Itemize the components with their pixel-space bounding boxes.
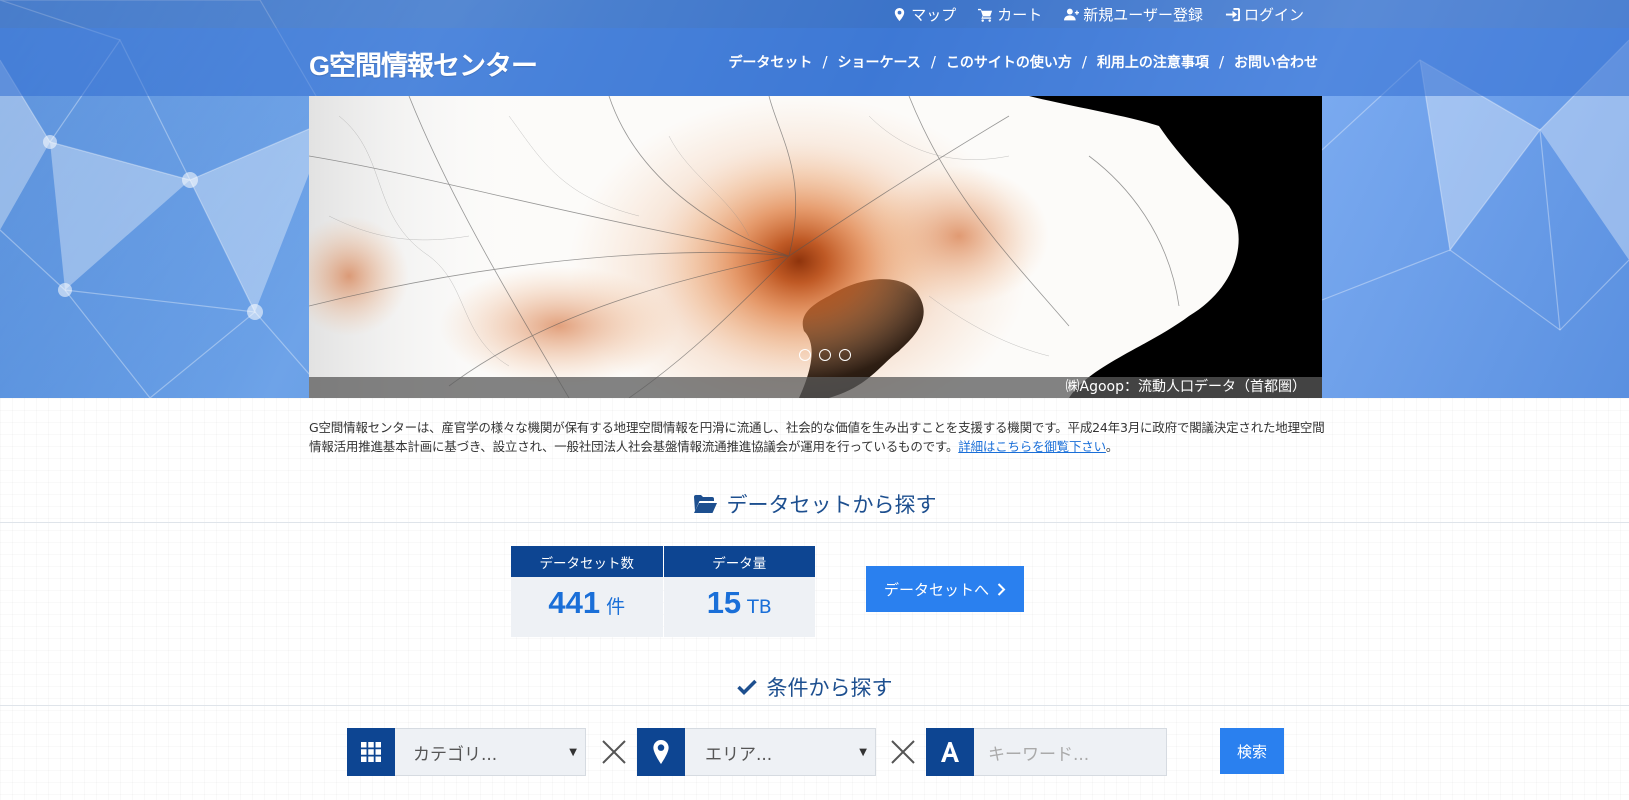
category-select[interactable]: カテゴリ... ▼ <box>395 728 586 776</box>
intro-body: G空間情報センターは、産官学の様々な機関が保有する地理空間情報を円滑に流通し、社… <box>309 420 1325 454</box>
dropdown-caret-icon: ▼ <box>859 747 867 758</box>
stat-label: データセット数 <box>511 546 663 577</box>
stat-data-volume: データ量 15 TB <box>663 546 815 637</box>
dataset-stats: データセット数 441 件 データ量 15 TB <box>511 546 815 637</box>
section-divider <box>0 522 1629 523</box>
condition-section-heading: 条件から探す <box>766 676 893 700</box>
topbar-link-label: カート <box>997 6 1043 24</box>
dropdown-caret-icon: ▼ <box>569 747 577 758</box>
condition-section-title: 条件から探す <box>0 672 1629 702</box>
carousel-dot-3[interactable] <box>839 349 851 361</box>
intro-end: 。 <box>1105 439 1119 454</box>
intro-text: G空間情報センターは、産官学の様々な機関が保有する地理空間情報を円滑に流通し、社… <box>309 418 1329 456</box>
section-divider <box>0 705 1629 706</box>
topbar-links: マップ カート 新規ユーザー登録 ログイン <box>892 4 1304 25</box>
chevron-right-icon <box>997 582 1006 596</box>
main-nav: データセット / ショーケース / このサイトの使い方 / 利用上の注意事項 /… <box>728 52 1318 72</box>
folder-open-icon <box>693 495 717 513</box>
nav-item-contact[interactable]: お問い合わせ <box>1234 52 1318 72</box>
nav-separator: / <box>930 53 936 71</box>
category-filter: カテゴリ... ▼ <box>347 728 586 776</box>
topbar-link-label: 新規ユーザー登録 <box>1083 6 1203 24</box>
stat-body: 441 件 <box>511 577 663 637</box>
area-select[interactable]: エリア... ▼ <box>685 728 876 776</box>
carousel-dot-2[interactable] <box>819 349 831 361</box>
go-to-datasets-label: データセットへ <box>883 581 989 599</box>
category-icon-box <box>347 728 395 776</box>
nav-separator: / <box>1081 53 1087 71</box>
keyword-icon-box <box>926 728 974 776</box>
times-icon <box>891 740 915 764</box>
sign-in-icon <box>1225 7 1240 22</box>
site-logo[interactable]: G空間情報センター <box>309 44 538 83</box>
topbar-link-label: ログイン <box>1243 6 1304 24</box>
topbar-link-login[interactable]: ログイン <box>1225 4 1304 25</box>
area-filter: エリア... ▼ <box>637 728 876 776</box>
area-icon-box <box>637 728 685 776</box>
carousel-indicators <box>799 349 851 361</box>
category-select-value: カテゴリ... <box>413 744 498 765</box>
stat-unit: 件 <box>606 596 626 618</box>
hero-carousel[interactable]: ㈱Agoop：流動人口データ（首都圏） <box>309 96 1322 398</box>
topbar-link-register[interactable]: 新規ユーザー登録 <box>1064 4 1203 25</box>
nav-separator: / <box>1218 53 1224 71</box>
check-icon <box>736 679 757 695</box>
carousel-dot-1[interactable] <box>799 349 811 361</box>
keyword-filter: キーワード... <box>926 728 1167 776</box>
dataset-section-title: データセットから探す <box>0 489 1629 519</box>
nav-item-how-to-use[interactable]: このサイトの使い方 <box>946 52 1072 72</box>
area-select-value: エリア... <box>705 744 773 765</box>
stat-value: 15 <box>706 585 742 620</box>
stat-unit: TB <box>747 596 772 618</box>
search-button[interactable]: 検索 <box>1220 728 1284 774</box>
carousel-caption: ㈱Agoop：流動人口データ（首都圏） <box>1065 379 1306 395</box>
grid-icon <box>361 742 381 762</box>
nav-separator: / <box>822 53 828 71</box>
font-icon <box>941 742 959 762</box>
keyword-input-placeholder: キーワード... <box>988 744 1090 765</box>
stat-body: 15 TB <box>663 577 815 637</box>
stat-value: 441 <box>548 585 601 620</box>
nav-item-terms[interactable]: 利用上の注意事項 <box>1097 52 1209 72</box>
cart-icon <box>978 8 993 22</box>
topbar-link-cart[interactable]: カート <box>978 4 1042 25</box>
map-marker-icon <box>895 7 905 22</box>
intro-details-link[interactable]: 詳細はこちらを御覧下さい <box>958 439 1106 454</box>
stat-dataset-count: データセット数 441 件 <box>511 546 663 637</box>
stat-label: データ量 <box>663 546 815 577</box>
topbar <box>0 0 1629 28</box>
times-icon <box>602 740 626 764</box>
nav-item-datasets[interactable]: データセット <box>728 52 812 72</box>
topbar-link-map[interactable]: マップ <box>892 4 956 25</box>
user-plus-icon <box>1064 8 1080 21</box>
nav-item-showcase[interactable]: ショーケース <box>838 52 921 72</box>
dataset-section-heading: データセットから探す <box>726 493 937 517</box>
map-marker-icon <box>653 740 669 764</box>
keyword-input[interactable]: キーワード... <box>974 728 1167 776</box>
go-to-datasets-button[interactable]: データセットへ <box>866 566 1024 612</box>
topbar-link-label: マップ <box>911 6 957 24</box>
